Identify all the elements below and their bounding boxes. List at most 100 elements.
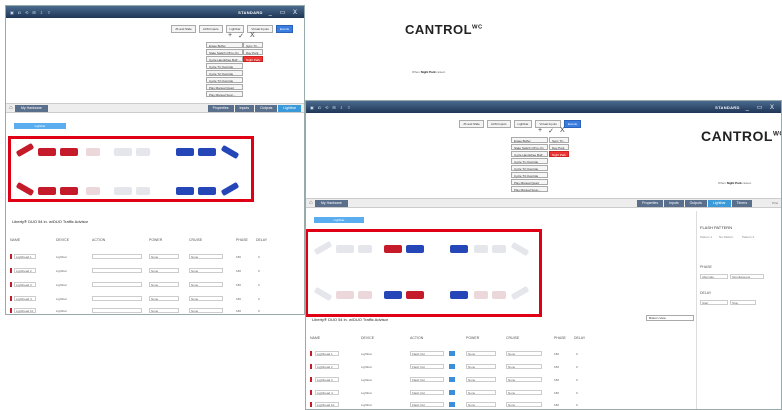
- lighthead[interactable]: [336, 291, 354, 299]
- name-field[interactable]: Lighthead 1: [315, 351, 339, 356]
- lighthead[interactable]: [60, 148, 78, 156]
- check-icon[interactable]: ✓: [548, 127, 554, 135]
- lighthead[interactable]: [198, 187, 216, 195]
- table-row[interactable]: Lighthead 2 Lightbar Flash Out None None…: [306, 364, 606, 370]
- lighthead[interactable]: [384, 291, 402, 299]
- name-field[interactable]: Lighthead 1: [14, 254, 36, 259]
- delay-option[interactable]: Start: [700, 300, 728, 305]
- tab-properties[interactable]: Properties: [207, 104, 234, 112]
- table-row[interactable]: Lighthead 1 Lightbar None None 180 0: [6, 254, 304, 260]
- add-icon[interactable]: +: [538, 127, 542, 135]
- tab-events[interactable]: Events: [275, 25, 294, 33]
- name-field[interactable]: Lighthead 4: [14, 296, 36, 301]
- power-select[interactable]: None: [149, 296, 179, 301]
- action-field[interactable]: Flash Out: [410, 402, 444, 407]
- lighthead[interactable]: [492, 291, 506, 299]
- op-button[interactable]: Cycle T3 Override: [511, 172, 548, 178]
- tab-inputs[interactable]: Inputs: [234, 104, 255, 112]
- tab-properties[interactable]: Properties: [637, 199, 664, 207]
- action-color-swatch[interactable]: [449, 364, 455, 369]
- op-button[interactable]: Sync Tri...: [243, 42, 264, 48]
- action-field[interactable]: Flash Out: [410, 377, 444, 382]
- power-select[interactable]: None: [149, 268, 179, 273]
- window-controls[interactable]: _ ▭ X: [269, 9, 300, 16]
- power-select[interactable]: None: [466, 377, 496, 382]
- op-button[interactable]: Play Manual Soun...: [206, 91, 243, 97]
- lighthead[interactable]: [384, 245, 402, 253]
- power-select[interactable]: None: [466, 364, 496, 369]
- op-button[interactable]: Cycle T1 Override: [206, 63, 243, 69]
- name-field[interactable]: Lighthead 10: [315, 402, 339, 407]
- add-icon[interactable]: +: [228, 32, 232, 40]
- tab-js-and-slide[interactable]: JS and Slide: [459, 120, 484, 128]
- tab-outputs[interactable]: Outputs: [684, 199, 707, 207]
- lightbar-subtab[interactable]: Lightbar: [14, 123, 66, 129]
- lighthead[interactable]: [86, 187, 100, 195]
- cruise-select[interactable]: None: [506, 377, 542, 382]
- tab-acm-inputs[interactable]: ACM Inputs: [486, 120, 511, 128]
- grid-icon[interactable]: ⊞: [32, 10, 35, 15]
- name-field[interactable]: Lighthead 2: [14, 268, 36, 273]
- delay-option[interactable]: Stop: [730, 300, 756, 305]
- window-controls[interactable]: _ ▭ X: [746, 104, 777, 111]
- lighthead[interactable]: [114, 148, 132, 156]
- my-hardware-button[interactable]: My Hardware: [15, 104, 48, 112]
- op-button[interactable]: Erase Buffer: [511, 137, 548, 143]
- tab-events[interactable]: Events: [563, 120, 582, 128]
- lighthead[interactable]: [38, 148, 56, 156]
- op-button[interactable]: State Switch Off to On: [511, 144, 548, 150]
- cruise-select[interactable]: None: [189, 308, 223, 313]
- action-field[interactable]: [92, 282, 142, 287]
- download-icon[interactable]: ⇩: [340, 105, 343, 110]
- close-icon[interactable]: X: [250, 32, 255, 40]
- view-dropdown[interactable]: Bottom View: [646, 315, 694, 321]
- op-button[interactable]: State Switch Off to On: [206, 49, 243, 55]
- action-color-swatch[interactable]: [449, 377, 455, 382]
- table-row[interactable]: Lighthead 4 Lightbar Flash Out None None…: [306, 390, 606, 396]
- table-row[interactable]: Lighthead 4 Lightbar None None 180 0: [6, 296, 304, 302]
- download-icon[interactable]: ⇩: [40, 10, 43, 15]
- power-select[interactable]: None: [466, 351, 496, 356]
- upload-icon[interactable]: ⇧: [47, 10, 50, 15]
- action-field[interactable]: Flash Out: [410, 364, 444, 369]
- action-color-swatch[interactable]: [449, 351, 455, 356]
- op-button-selected[interactable]: Night Park: [549, 151, 570, 157]
- tab-js-and-slide[interactable]: JS and Slide: [171, 25, 196, 33]
- op-button[interactable]: Play Manual Quad: [206, 84, 243, 90]
- action-field[interactable]: [92, 308, 142, 313]
- power-select[interactable]: None: [466, 390, 496, 395]
- table-row[interactable]: Lighthead 10 Lightbar Flash Out None Non…: [306, 402, 606, 408]
- power-select[interactable]: None: [466, 402, 496, 407]
- redo-icon[interactable]: ⟲: [325, 105, 328, 110]
- tab-lightbar[interactable]: Lightbar: [513, 120, 533, 128]
- name-field[interactable]: Lighthead 10: [14, 308, 36, 313]
- op-button[interactable]: Cycle T2 Override: [206, 70, 243, 76]
- action-color-swatch[interactable]: [449, 402, 455, 407]
- cruise-select[interactable]: None: [189, 254, 223, 259]
- save-icon[interactable]: ▣: [10, 10, 14, 15]
- power-select[interactable]: None: [149, 282, 179, 287]
- undo-icon[interactable]: ⎌: [318, 105, 321, 110]
- lighthead[interactable]: [38, 187, 56, 195]
- action-field[interactable]: Flash Out: [410, 351, 444, 356]
- table-row[interactable]: Lighthead 1 Lightbar Flash Out None None…: [306, 351, 606, 357]
- op-button[interactable]: Cycle T1 Override: [511, 158, 548, 164]
- op-button[interactable]: Cycle T3 Override: [206, 77, 243, 83]
- action-field[interactable]: [92, 268, 142, 273]
- lighthead[interactable]: [176, 148, 194, 156]
- table-row[interactable]: Lighthead 10 Lightbar None None 180 0: [6, 308, 304, 314]
- tab-lightbar-active[interactable]: Lightbar: [278, 104, 301, 112]
- cruise-select[interactable]: None: [506, 364, 542, 369]
- action-color-swatch[interactable]: [449, 390, 455, 395]
- redo-icon[interactable]: ⟲: [25, 10, 28, 15]
- cruise-select[interactable]: None: [189, 282, 223, 287]
- op-button[interactable]: Day Park: [243, 49, 264, 55]
- table-row[interactable]: Lighthead 2 Lightbar None None 180 0: [6, 268, 304, 274]
- power-select[interactable]: None: [149, 254, 179, 259]
- cruise-select[interactable]: None: [189, 268, 223, 273]
- table-row[interactable]: Lighthead 3 Lightbar Flash Out None None…: [306, 377, 606, 383]
- name-field[interactable]: Lighthead 3: [315, 377, 339, 382]
- lighthead[interactable]: [176, 187, 194, 195]
- phase-option[interactable]: Simultaneous: [730, 274, 764, 279]
- pins-button[interactable]: Pins: [772, 201, 778, 205]
